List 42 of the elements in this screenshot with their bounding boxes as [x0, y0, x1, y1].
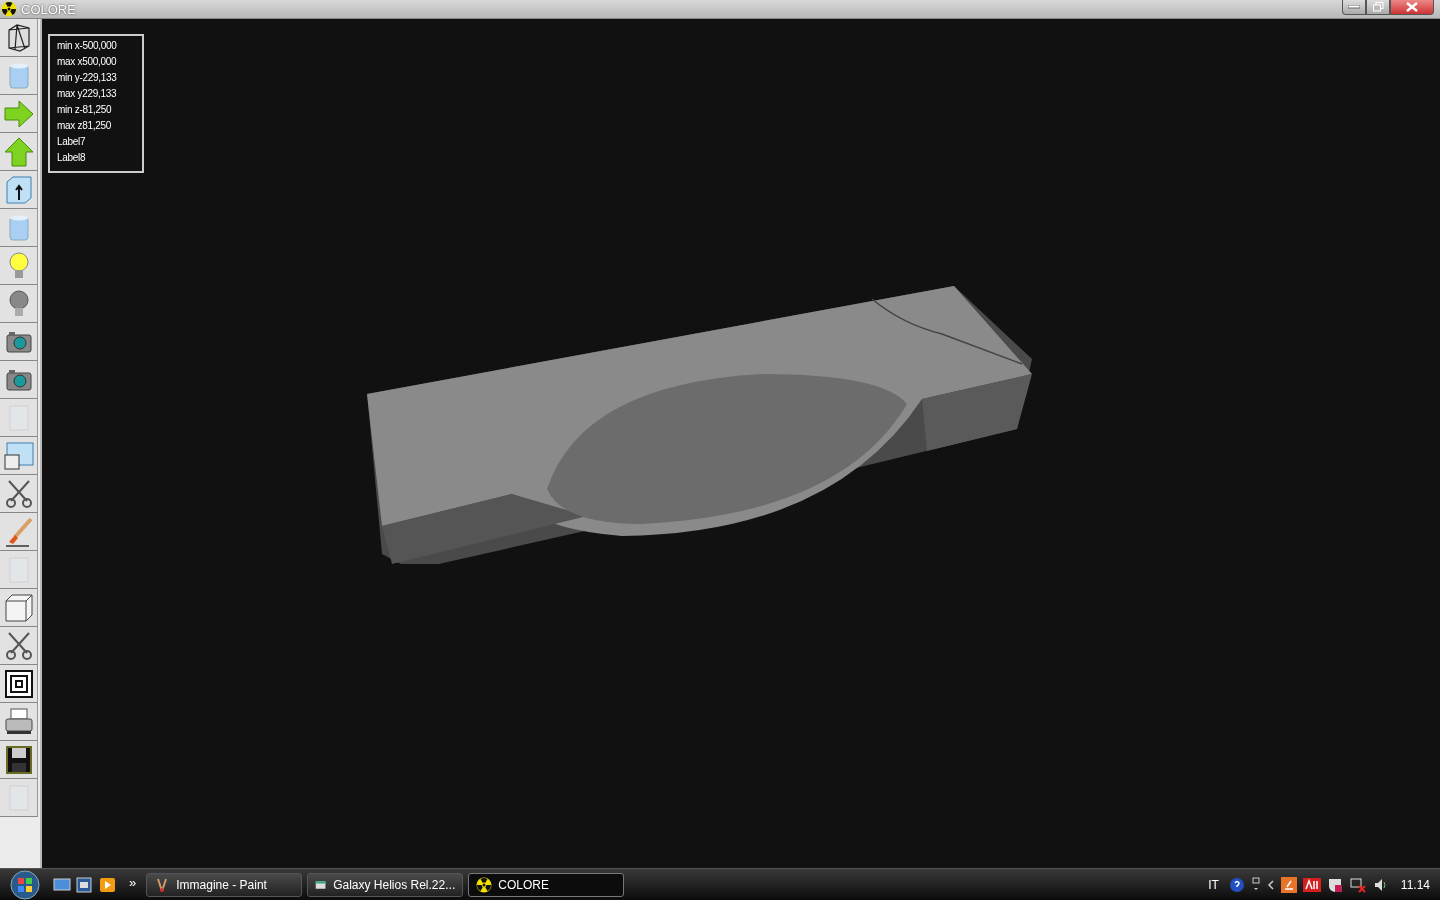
radiation-icon	[476, 877, 493, 893]
toolbar-button[interactable]	[0, 665, 38, 703]
info-line: Label8	[57, 151, 87, 165]
help-icon[interactable]	[1228, 877, 1245, 893]
overlapping-squares-icon	[2, 439, 35, 472]
toolbar-button[interactable]	[0, 741, 38, 779]
play-icon[interactable]	[99, 877, 117, 893]
more-button[interactable]: »	[129, 874, 137, 890]
toolbar-button[interactable]	[0, 19, 38, 57]
window-title: COLORE	[21, 1, 77, 17]
info-line: max z81,250	[57, 119, 112, 133]
network-disconnected-icon[interactable]	[1348, 877, 1367, 893]
close-button[interactable]	[1390, 0, 1434, 15]
info-line: min y-229,133	[57, 71, 118, 85]
shield-icon[interactable]	[1326, 877, 1343, 893]
toolbar-button[interactable]	[0, 703, 38, 741]
info-line: Label7	[57, 135, 87, 149]
toolbar-button[interactable]	[0, 171, 38, 209]
concentric-squares-icon	[2, 667, 35, 700]
taskbar-task[interactable]: Galaxy Helios Rel.22...	[307, 873, 464, 897]
taskbar-task[interactable]: COLORE	[468, 873, 625, 897]
windows-icon[interactable]	[76, 877, 94, 893]
language-indicator[interactable]: IT	[1208, 878, 1219, 892]
windows-switch-icon[interactable]	[1250, 877, 1261, 893]
clock[interactable]: 11.14	[1400, 878, 1430, 892]
radiation-icon	[1, 1, 17, 17]
info-line: min x-500,000	[57, 39, 118, 53]
info-line: min z-81,250	[57, 103, 113, 117]
info-line: max x500,000	[57, 55, 118, 69]
minimize-button[interactable]	[1342, 0, 1366, 15]
restore-button[interactable]	[1366, 0, 1390, 15]
taskbar-task[interactable]: Immagine - Paint	[146, 873, 303, 897]
info-line: max y229,133	[57, 87, 118, 101]
cube-icon	[2, 591, 35, 624]
right-arrow-icon	[2, 97, 35, 130]
minimize-icon	[1348, 5, 1360, 9]
speaker-icon[interactable]	[1372, 877, 1389, 893]
restore-icon	[1372, 2, 1384, 12]
close-icon	[1406, 2, 1418, 12]
tray-app-icon[interactable]	[1280, 877, 1297, 893]
up-arrow-icon	[2, 135, 35, 168]
desktop-icon[interactable]	[53, 877, 71, 893]
